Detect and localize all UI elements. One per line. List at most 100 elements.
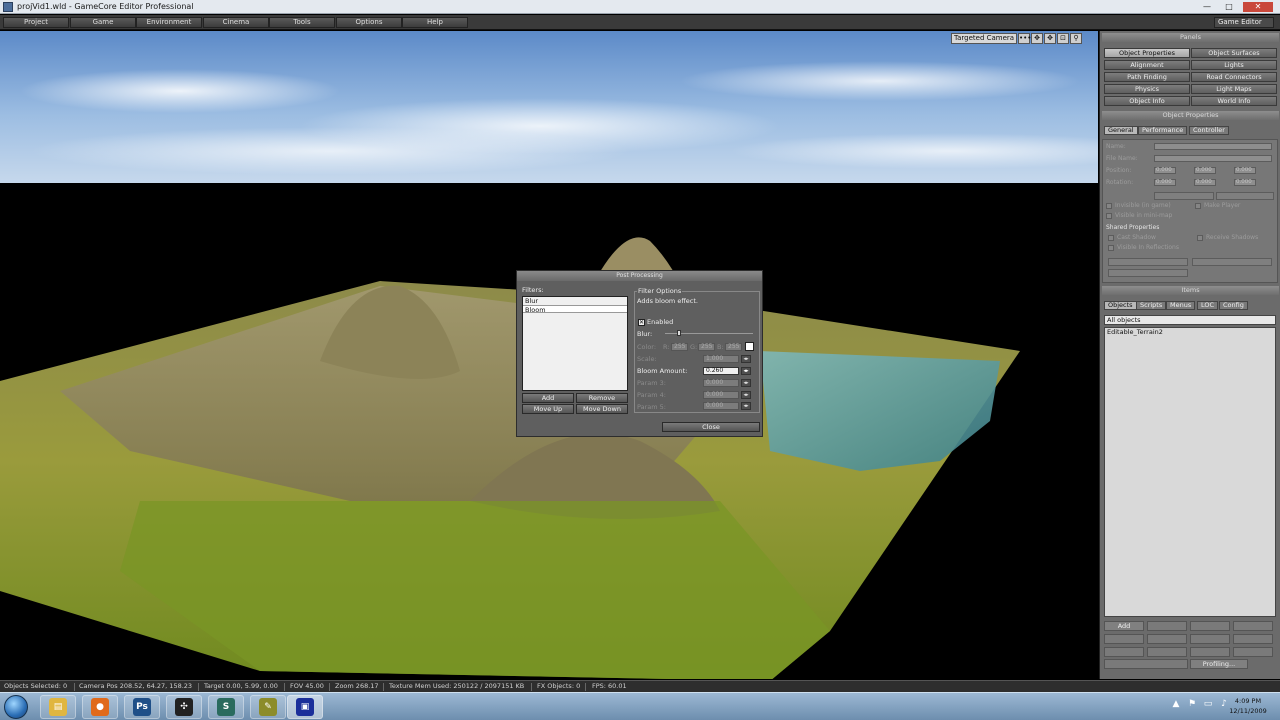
camera-pan-icon[interactable]: ✥: [1031, 33, 1043, 44]
receive-shadows-checkbox[interactable]: [1197, 235, 1203, 241]
item-action-button-13[interactable]: [1104, 659, 1188, 669]
menu-cinema[interactable]: Cinema: [203, 17, 269, 28]
taskbar-explorer[interactable]: ▤: [40, 695, 76, 719]
taskbar-paint-tool[interactable]: ✎: [250, 695, 286, 719]
taskbar-unity[interactable]: ✣: [166, 695, 202, 719]
item-action-button-7[interactable]: [1190, 634, 1230, 644]
param4-field[interactable]: 0.000: [703, 391, 739, 399]
shared-action-button-3[interactable]: [1108, 269, 1188, 277]
3d-viewport[interactable]: Targeted Camera ••• ✥ ✥ ⊡ ⚲ Post Process…: [0, 31, 1098, 679]
color-g-field[interactable]: 255: [698, 343, 715, 351]
item-action-button-6[interactable]: [1147, 634, 1187, 644]
scale-spinner[interactable]: ◂▸: [741, 355, 751, 363]
menu-project[interactable]: Project: [3, 17, 69, 28]
action-center-flag-icon[interactable]: ⚑: [1187, 699, 1197, 709]
remove-filter-button[interactable]: Remove: [576, 393, 628, 403]
taskbar-firefox[interactable]: ●: [82, 695, 118, 719]
position-x-field[interactable]: 0.000: [1154, 167, 1176, 174]
blur-slider[interactable]: [665, 330, 753, 336]
tab-general[interactable]: General: [1104, 126, 1138, 135]
panel-lights[interactable]: Lights: [1191, 60, 1277, 70]
panel-alignment[interactable]: Alignment: [1104, 60, 1190, 70]
close-window-button[interactable]: ✕: [1243, 2, 1273, 12]
tab-config[interactable]: Config: [1219, 301, 1248, 310]
menu-tools[interactable]: Tools: [269, 17, 335, 28]
taskbar-photoshop[interactable]: Ps: [124, 695, 160, 719]
color-b-field[interactable]: 255: [725, 343, 742, 351]
maximize-button[interactable]: □: [1221, 2, 1237, 12]
param3-field[interactable]: 0.000: [703, 379, 739, 387]
panel-object-surfaces[interactable]: Object Surfaces: [1191, 48, 1277, 58]
item-action-button-12[interactable]: [1233, 647, 1273, 657]
menu-game[interactable]: Game: [70, 17, 136, 28]
tab-performance[interactable]: Performance: [1138, 126, 1188, 135]
shared-action-button-2[interactable]: [1192, 258, 1272, 266]
panel-object-properties[interactable]: Object Properties: [1104, 48, 1190, 58]
invisible-in-game-checkbox[interactable]: [1106, 203, 1112, 209]
item-action-button-5[interactable]: [1104, 634, 1144, 644]
add-filter-button[interactable]: Add: [522, 393, 574, 403]
minimize-button[interactable]: —: [1199, 2, 1215, 12]
tab-loc[interactable]: LOC: [1197, 301, 1219, 310]
param4-spinner[interactable]: ◂▸: [741, 391, 751, 399]
bloom-amount-field[interactable]: 0.260: [703, 367, 739, 375]
profiling-button[interactable]: Profiling...: [1190, 659, 1248, 669]
tab-objects[interactable]: Objects: [1104, 301, 1137, 310]
panel-light-maps[interactable]: Light Maps: [1191, 84, 1277, 94]
system-clock[interactable]: 4:09 PM 12/11/2009: [1226, 696, 1270, 716]
item-action-button-10[interactable]: [1147, 647, 1187, 657]
cast-shadow-checkbox[interactable]: [1108, 235, 1114, 241]
start-button[interactable]: [4, 695, 28, 719]
add-item-button[interactable]: Add: [1104, 621, 1144, 631]
menu-environment[interactable]: Environment: [136, 17, 202, 28]
panel-world-info[interactable]: World Info: [1191, 96, 1277, 106]
make-player-checkbox[interactable]: [1195, 203, 1201, 209]
enabled-checkbox[interactable]: ✕: [638, 319, 645, 326]
visible-reflections-checkbox[interactable]: [1108, 245, 1114, 251]
position-z-field[interactable]: 0.000: [1234, 167, 1256, 174]
properties-action-button-1[interactable]: [1154, 192, 1214, 200]
menu-help[interactable]: Help: [402, 17, 468, 28]
filter-item-bloom[interactable]: Bloom: [523, 305, 627, 314]
move-up-button[interactable]: Move Up: [522, 404, 574, 414]
scale-field[interactable]: 1.000: [703, 355, 739, 363]
position-y-field[interactable]: 0.000: [1194, 167, 1216, 174]
editor-mode-select[interactable]: Game Editor: [1214, 17, 1274, 28]
param5-field[interactable]: 0.000: [703, 402, 739, 410]
item-action-button-4[interactable]: [1233, 621, 1273, 631]
show-hidden-icons-icon[interactable]: ▲: [1171, 699, 1181, 709]
filter-item-blur[interactable]: Blur: [523, 297, 627, 305]
item-action-button-2[interactable]: [1147, 621, 1187, 631]
color-r-field[interactable]: 255: [671, 343, 688, 351]
close-dialog-button[interactable]: Close: [662, 422, 760, 432]
move-down-button[interactable]: Move Down: [576, 404, 628, 414]
name-field[interactable]: [1154, 143, 1272, 150]
network-icon[interactable]: ▭: [1203, 699, 1213, 709]
camera-zoom-icon[interactable]: ⚲: [1070, 33, 1082, 44]
taskbar-app-s[interactable]: S: [208, 695, 244, 719]
item-action-button-11[interactable]: [1190, 647, 1230, 657]
item-action-button-9[interactable]: [1104, 647, 1144, 657]
tab-scripts[interactable]: Scripts: [1136, 301, 1167, 310]
camera-move-icon[interactable]: ✥: [1044, 33, 1056, 44]
bloom-amount-spinner[interactable]: ◂▸: [741, 367, 751, 375]
param3-spinner[interactable]: ◂▸: [741, 379, 751, 387]
param5-spinner[interactable]: ◂▸: [741, 402, 751, 410]
menu-options[interactable]: Options: [336, 17, 402, 28]
list-item[interactable]: Editable_Terrain2: [1105, 328, 1275, 337]
blur-slider-handle[interactable]: [677, 330, 681, 336]
rotation-y-field[interactable]: 0.000: [1194, 179, 1216, 186]
camera-select[interactable]: Targeted Camera: [951, 33, 1017, 44]
rotation-x-field[interactable]: 0.000: [1154, 179, 1176, 186]
camera-frame-icon[interactable]: ⊡: [1057, 33, 1069, 44]
items-filter-select[interactable]: All objects: [1104, 315, 1276, 325]
properties-action-button-2[interactable]: [1216, 192, 1274, 200]
panel-object-info[interactable]: Object Info: [1104, 96, 1190, 106]
panel-physics[interactable]: Physics: [1104, 84, 1190, 94]
item-action-button-3[interactable]: [1190, 621, 1230, 631]
camera-more-icon[interactable]: •••: [1018, 33, 1031, 44]
color-swatch[interactable]: [745, 342, 754, 351]
shared-action-button-1[interactable]: [1108, 258, 1188, 266]
panel-path-finding[interactable]: Path Finding: [1104, 72, 1190, 82]
rotation-z-field[interactable]: 0.000: [1234, 179, 1256, 186]
